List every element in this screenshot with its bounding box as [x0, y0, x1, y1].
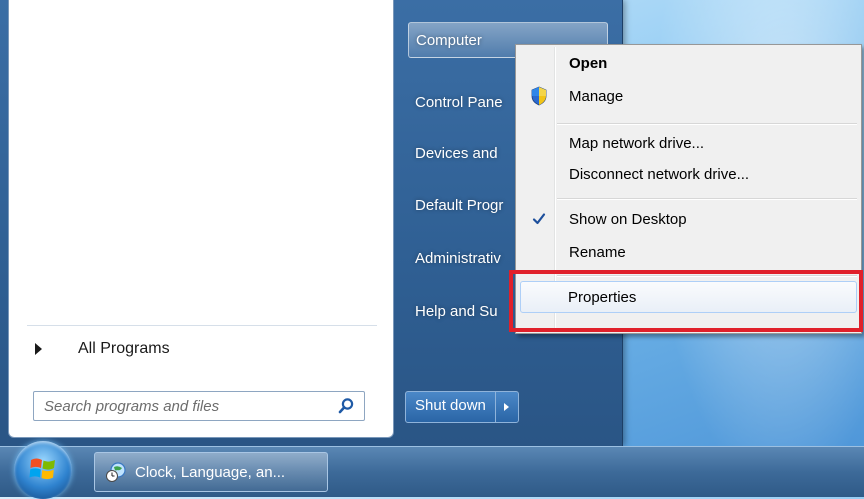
triangle-right-icon	[35, 343, 42, 355]
menu-item-open[interactable]: Open	[518, 47, 859, 79]
search-box	[33, 391, 365, 421]
menu-item-label: Disconnect network drive...	[569, 165, 750, 183]
triangle-right-icon	[504, 403, 510, 411]
divider	[27, 325, 377, 326]
start-button[interactable]	[14, 441, 72, 499]
checkmark-icon	[527, 207, 551, 231]
uac-shield-icon	[527, 84, 551, 108]
menu-separator	[557, 123, 857, 125]
menu-item-label: Rename	[569, 243, 626, 261]
search-icon[interactable]	[334, 394, 358, 418]
highlight-annotation-box	[509, 270, 863, 332]
menu-item-show-on-desktop[interactable]: Show on Desktop	[518, 203, 859, 235]
menu-item-label: Map network drive...	[569, 134, 705, 152]
shutdown-button[interactable]: Shut down	[406, 392, 496, 422]
all-programs-label: All Programs	[78, 340, 170, 357]
menu-item-disconnect-network-drive[interactable]: Disconnect network drive...	[518, 158, 859, 190]
menu-item-label: Open	[569, 54, 608, 72]
all-programs-button[interactable]: All Programs	[35, 337, 170, 361]
menu-item-label: Show on Desktop	[569, 210, 687, 228]
menu-item-map-network-drive[interactable]: Map network drive...	[518, 127, 859, 159]
taskbar-button-clock-language-region[interactable]: Clock, Language, an...	[94, 452, 328, 492]
menu-separator	[557, 198, 857, 200]
clock-language-region-icon	[105, 461, 127, 483]
taskbar-button-label: Clock, Language, an...	[135, 463, 286, 481]
search-input[interactable]	[34, 393, 334, 419]
shutdown-control: Shut down	[405, 391, 519, 423]
menu-item-label: Manage	[569, 87, 624, 105]
menu-item-rename[interactable]: Rename	[518, 236, 859, 268]
windows-logo-icon	[29, 458, 55, 480]
start-menu-left-pane: All Programs	[8, 0, 394, 438]
menu-item-manage[interactable]: Manage	[518, 80, 859, 112]
shutdown-options-button[interactable]	[496, 392, 518, 422]
